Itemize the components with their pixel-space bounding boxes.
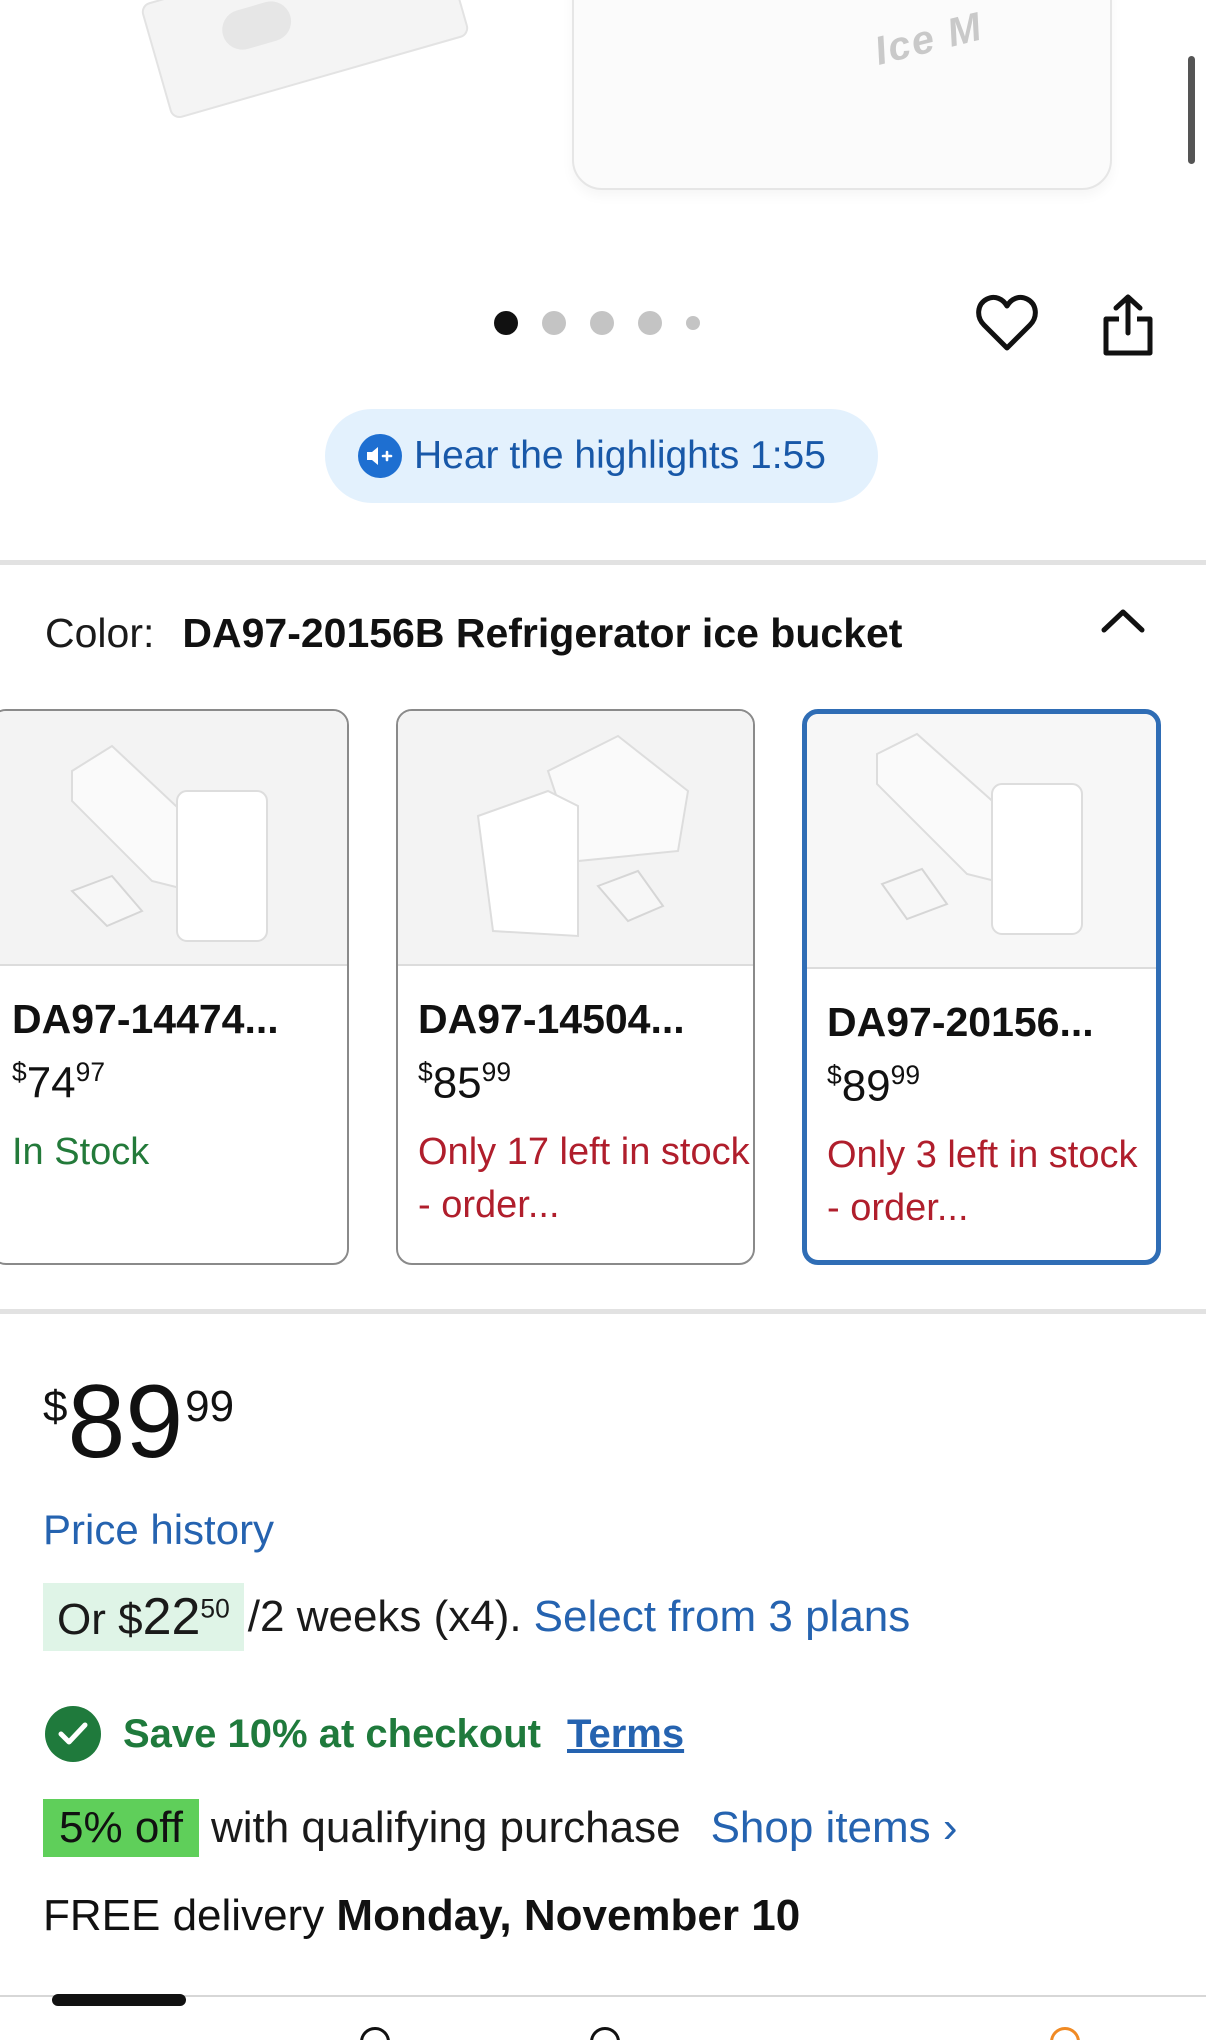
variant-price: $8999: [827, 1060, 920, 1111]
color-selector-header: Color: DA97-20156B Refrigerator ice buck…: [45, 610, 902, 657]
installment-terms: /2 weeks (x4).: [247, 1592, 522, 1641]
price-history-link[interactable]: Price history: [43, 1506, 274, 1554]
variant-image: [0, 711, 347, 966]
section-divider: [0, 560, 1206, 565]
variant-stock-status: Only 17 left in stock - order...: [418, 1131, 750, 1227]
product-image-bucket: Ice M: [572, 0, 1112, 190]
variant-card-3-selected[interactable]: DA97-20156... $8999 Only 3 left in stock…: [802, 709, 1161, 1265]
delivery-info: FREE delivery Monday, November 10: [43, 1891, 800, 1941]
chevron-up-icon: [1101, 609, 1145, 633]
hear-highlights-button[interactable]: Hear the highlights 1:55: [325, 409, 878, 503]
favorite-button[interactable]: [972, 288, 1042, 358]
delivery-prefix: FREE delivery: [43, 1891, 325, 1940]
collapse-button[interactable]: [1098, 600, 1148, 640]
image-carousel-dots[interactable]: [494, 311, 700, 335]
heart-outline-icon: [976, 294, 1038, 351]
terms-link[interactable]: Terms: [567, 1712, 684, 1757]
section-divider: [0, 1309, 1206, 1314]
discount-badge: 5% off: [43, 1799, 199, 1857]
shop-items-link[interactable]: Shop items ›: [711, 1803, 958, 1853]
color-value: DA97-20156B Refrigerator ice bucket: [182, 610, 903, 656]
product-image-holder-part: [139, 0, 471, 121]
variant-name: DA97-14474...: [12, 996, 279, 1042]
carousel-dot-2[interactable]: [542, 311, 566, 335]
offer-text: with qualifying purchase: [210, 1803, 681, 1852]
qualifying-offer: 5% off with qualifying purchase Shop ite…: [43, 1799, 958, 1857]
variant-name: DA97-14504...: [418, 996, 685, 1042]
variant-price: $8599: [418, 1057, 511, 1108]
carousel-dot-4[interactable]: [638, 311, 662, 335]
savings-text: Save 10% at checkout: [123, 1711, 541, 1756]
share-icon: [1103, 294, 1153, 356]
check-circle-icon: [45, 1706, 101, 1762]
color-label: Color:: [45, 610, 155, 656]
share-button[interactable]: [1093, 290, 1163, 360]
hear-highlights-label: Hear the highlights 1:55: [414, 434, 826, 477]
variant-image: [807, 714, 1156, 969]
home-indicator: [52, 1994, 186, 2006]
variant-card-1[interactable]: DA97-14474... $7497 In Stock: [0, 709, 349, 1265]
variant-name: DA97-20156...: [827, 999, 1094, 1045]
carousel-dot-3[interactable]: [590, 311, 614, 335]
variant-image: [398, 711, 753, 966]
product-image[interactable]: Ice M: [0, 0, 1206, 230]
carousel-dot-5[interactable]: [686, 316, 700, 330]
audio-highlights-icon: [358, 434, 402, 478]
variant-card-2[interactable]: DA97-14504... $8599 Only 17 left in stoc…: [396, 709, 755, 1265]
select-plans-link[interactable]: Select from 3 plans: [534, 1592, 911, 1642]
variant-stock-status: Only 3 left in stock - order...: [827, 1134, 1138, 1230]
scrollbar[interactable]: [1188, 56, 1195, 164]
delivery-date: Monday, November 10: [336, 1891, 801, 1940]
variant-stock-status: In Stock: [12, 1131, 150, 1174]
installment-amount: Or $2250: [43, 1583, 244, 1651]
checkout-savings: Save 10% at checkout Terms: [45, 1706, 684, 1762]
variant-price: $7497: [12, 1057, 105, 1108]
installment-plan: Or $2250 /2 weeks (x4). Select from 3 pl…: [43, 1583, 910, 1651]
carousel-dot-1[interactable]: [494, 311, 518, 335]
product-price: $ 89 99: [43, 1364, 235, 1480]
product-image-label: Ice M: [870, 4, 988, 74]
